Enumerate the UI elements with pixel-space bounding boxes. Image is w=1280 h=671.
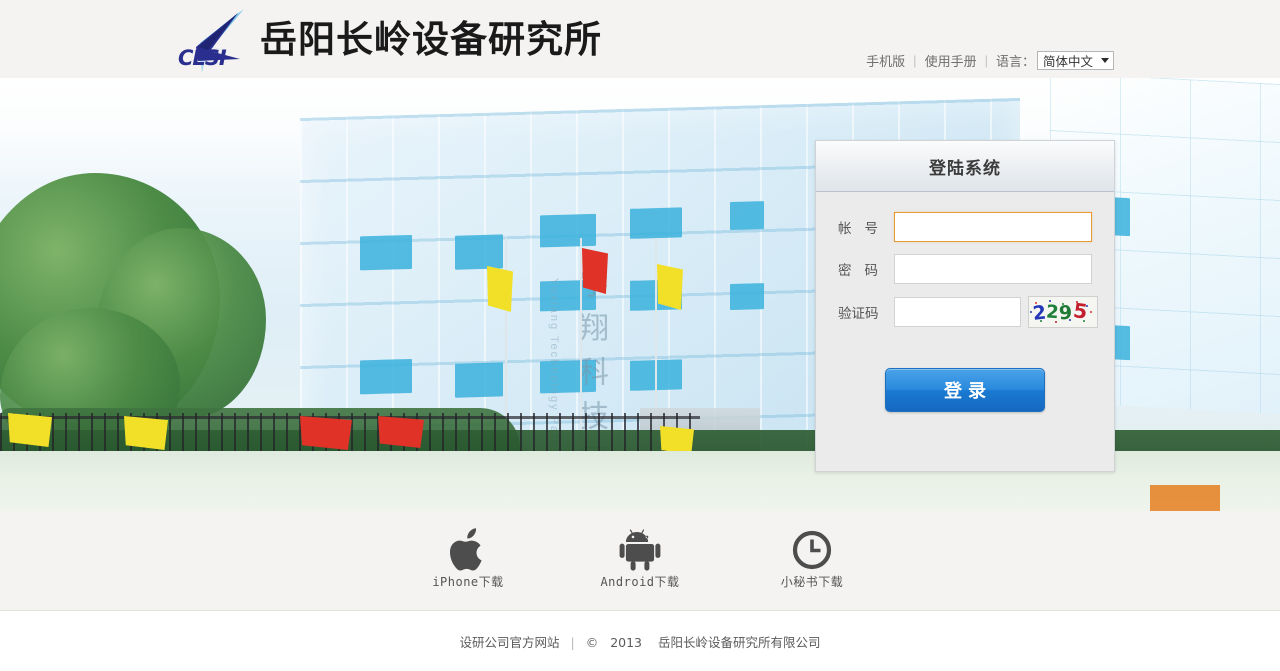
login-button-row: 登录 — [838, 340, 1092, 412]
site-header: CLSI 岳阳长岭设备研究所 手机版 | 使用手册 | 语言： 简体中文 — [0, 0, 1280, 78]
company-name: 岳阳长岭设备研究所有限公司 — [657, 635, 821, 650]
svg-text:9: 9 — [1058, 302, 1072, 325]
flag-yellow — [660, 426, 694, 454]
captcha-image[interactable]: 2 2 9 5 — [1028, 296, 1098, 328]
flag-yellow — [487, 266, 513, 312]
flag-red — [582, 248, 608, 294]
nav-separator-2: | — [984, 53, 988, 68]
download-iphone[interactable]: iPhone下载 — [413, 527, 523, 591]
language-select-value: 简体中文 — [1042, 55, 1093, 69]
flag-yellow — [124, 416, 168, 450]
login-title: 登陆系统 — [929, 158, 1001, 179]
flag-red — [378, 416, 424, 448]
app-download-strip: iPhone下载 Android下载 小秘书下载 — [0, 511, 1280, 611]
ground-marker — [1150, 485, 1220, 511]
nav-mobile-version[interactable]: 手机版 — [866, 51, 905, 70]
captcha-row: 验证码 2 2 9 5 — [838, 296, 1098, 328]
flag-red — [300, 416, 352, 450]
flag-yellow — [657, 264, 683, 310]
svg-text:2: 2 — [1045, 301, 1059, 323]
password-label: 密码 — [838, 263, 878, 279]
username-row: 帐号 — [838, 212, 1092, 242]
download-secretary-label: 小秘书下载 — [780, 575, 844, 589]
android-icon — [585, 527, 695, 573]
clock-icon — [757, 527, 867, 573]
footer-text: 设研公司官方网站 | © 2013 岳阳长岭设备研究所有限公司 — [460, 632, 821, 651]
footer-official-site-link[interactable]: 设研公司官方网站 — [460, 635, 560, 650]
download-secretary[interactable]: 小秘书下载 — [757, 527, 867, 591]
site-footer: 设研公司官方网站 | © 2013 岳阳长岭设备研究所有限公司 — [0, 612, 1280, 671]
language-label: 语言： — [995, 54, 1035, 69]
download-android[interactable]: Android下载 — [585, 527, 695, 591]
captcha-label: 验证码 — [838, 306, 879, 322]
flag-yellow — [8, 413, 52, 447]
username-label: 帐号 — [838, 221, 878, 237]
login-panel-header: 登陆系统 — [816, 141, 1114, 192]
hero-banner: Yuxiang Technology Park 宇翔科技园 登陆系统 帐 号 密… — [0, 78, 1280, 511]
footer-separator: | — [570, 635, 575, 650]
nav-separator-1: | — [913, 53, 917, 68]
top-navigation: 手机版 | 使用手册 | 语言： 简体中文 — [866, 51, 1114, 70]
apple-icon — [413, 527, 523, 573]
brand: CLSI 岳阳长岭设备研究所 — [168, 2, 602, 76]
language-select[interactable]: 简体中文 — [1036, 51, 1114, 70]
company-logo-icon: CLSI — [168, 3, 254, 75]
login-form: 帐号 密码 验证码 2 2 9 5 登录 — [816, 192, 1114, 412]
password-row: 密码 — [838, 254, 1092, 284]
login-page: CLSI 岳阳长岭设备研究所 手机版 | 使用手册 | 语言： 简体中文 Yux… — [0, 0, 1280, 671]
download-android-label: Android下载 — [600, 575, 680, 589]
captcha-input[interactable] — [894, 297, 1021, 327]
login-submit-button[interactable]: 登录 — [885, 368, 1045, 412]
login-panel: 登陆系统 帐号 密码 验证码 2 2 9 5 登录 — [815, 140, 1115, 472]
site-title: 岳阳长岭设备研究所 — [260, 17, 602, 61]
copyright-year: 2013 — [610, 635, 643, 650]
svg-text:CLSI: CLSI — [178, 46, 227, 70]
nav-user-manual[interactable]: 使用手册 — [925, 51, 977, 70]
download-iphone-label: iPhone下载 — [432, 575, 504, 589]
chevron-down-icon — [1101, 58, 1109, 63]
username-input[interactable] — [894, 212, 1092, 242]
copyright-symbol: © — [585, 635, 599, 650]
password-input[interactable] — [894, 254, 1092, 284]
